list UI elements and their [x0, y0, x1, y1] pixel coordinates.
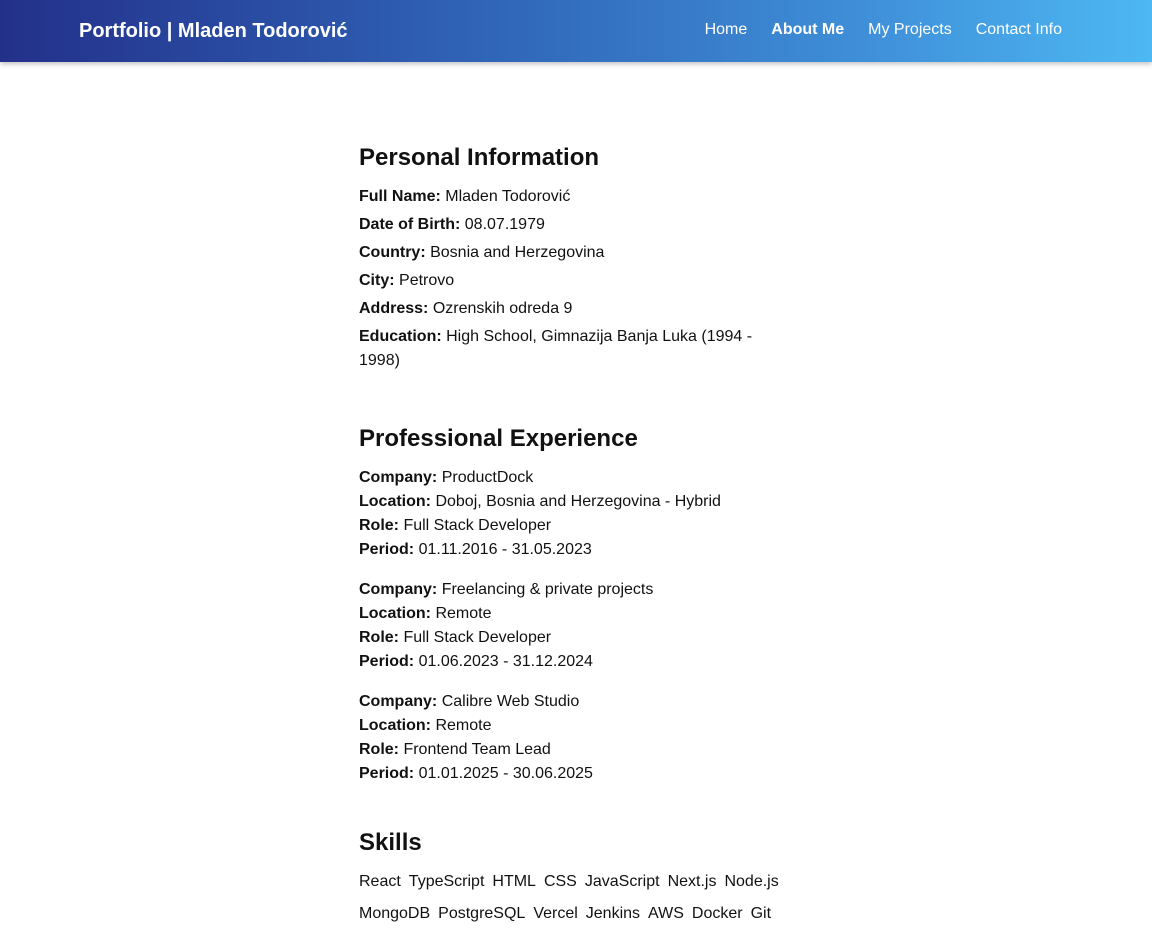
location-value: Remote: [435, 605, 492, 622]
period-label: Period:: [359, 765, 415, 782]
skill-item: HTML: [492, 873, 536, 890]
skill-item: Next.js: [667, 873, 717, 890]
company-value: Calibre Web Studio: [441, 693, 580, 710]
nav-links: Home About Me My Projects Contact Info: [705, 20, 1062, 40]
role-label: Role:: [359, 517, 399, 534]
company-label: Company:: [359, 581, 438, 598]
location-label: Location:: [359, 605, 431, 622]
full-name-line: Full Name: Mladen Todorović: [359, 185, 779, 209]
job-role: Role: Frontend Team Lead: [359, 738, 779, 762]
skill-item: Git: [750, 905, 772, 922]
skill-item: JavaScript: [584, 873, 660, 890]
skill-item: Docker: [691, 905, 743, 922]
job-role: Role: Full Stack Developer: [359, 514, 779, 538]
company-value: ProductDock: [441, 469, 534, 486]
nav-link-contact-info[interactable]: Contact Info: [976, 20, 1062, 40]
skills-heading: Skills: [359, 829, 422, 856]
field-value: Petrovo: [399, 272, 455, 289]
job-entry: Company: Freelancing & private projects …: [359, 578, 779, 674]
date-of-birth-line: Date of Birth: 08.07.1979: [359, 213, 779, 237]
role-label: Role:: [359, 629, 399, 646]
job-company: Company: Calibre Web Studio: [359, 690, 779, 714]
company-label: Company:: [359, 693, 438, 710]
nav-link-home[interactable]: Home: [705, 20, 748, 40]
main-content: Personal Information Full Name: Mladen T…: [359, 142, 779, 926]
role-label: Role:: [359, 741, 399, 758]
skill-item: Vercel: [533, 905, 578, 922]
nav-link-my-projects[interactable]: My Projects: [868, 20, 952, 40]
role-value: Full Stack Developer: [403, 629, 552, 646]
field-value: Bosnia and Herzegovina: [430, 244, 605, 261]
nav-link-about-me[interactable]: About Me: [771, 20, 844, 40]
period-label: Period:: [359, 541, 415, 558]
job-period: Period: 01.01.2025 - 30.06.2025: [359, 762, 779, 786]
country-line: Country: Bosnia and Herzegovina: [359, 241, 779, 265]
field-label: Country:: [359, 244, 426, 261]
professional-experience-heading: Professional Experience: [359, 425, 638, 452]
company-label: Company:: [359, 469, 438, 486]
city-line: City: Petrovo: [359, 269, 779, 293]
role-value: Full Stack Developer: [403, 517, 552, 534]
period-label: Period:: [359, 653, 415, 670]
location-label: Location:: [359, 717, 431, 734]
job-period: Period: 01.11.2016 - 31.05.2023: [359, 538, 779, 562]
field-label: Education:: [359, 328, 442, 345]
skill-item: Jenkins: [585, 905, 641, 922]
job-role: Role: Full Stack Developer: [359, 626, 779, 650]
site-brand[interactable]: Portfolio | Mladen Todorović: [79, 19, 348, 43]
job-company: Company: ProductDock: [359, 466, 779, 490]
period-value: 01.11.2016 - 31.05.2023: [418, 541, 592, 558]
skills-section: Skills React TypeScript HTML CSS JavaScr…: [359, 827, 779, 926]
location-value: Doboj, Bosnia and Herzegovina - Hybrid: [435, 493, 721, 510]
top-navbar: Portfolio | Mladen Todorović Home About …: [0, 0, 1152, 62]
professional-experience-section: Professional Experience Company: Product…: [359, 423, 779, 786]
job-location: Location: Remote: [359, 714, 779, 738]
field-value: 08.07.1979: [464, 216, 545, 233]
job-entry: Company: Calibre Web Studio Location: Re…: [359, 690, 779, 786]
period-value: 01.01.2025 - 30.06.2025: [418, 765, 593, 782]
job-company: Company: Freelancing & private projects: [359, 578, 779, 602]
field-label: Date of Birth:: [359, 216, 461, 233]
period-value: 01.06.2023 - 31.12.2024: [418, 653, 593, 670]
personal-information-heading: Personal Information: [359, 144, 600, 171]
job-location: Location: Doboj, Bosnia and Herzegovina …: [359, 490, 779, 514]
location-value: Remote: [435, 717, 492, 734]
role-value: Frontend Team Lead: [403, 741, 551, 758]
job-entry: Company: ProductDock Location: Doboj, Bo…: [359, 466, 779, 562]
job-period: Period: 01.06.2023 - 31.12.2024: [359, 650, 779, 674]
skill-item: TypeScript: [408, 873, 485, 890]
location-label: Location:: [359, 493, 431, 510]
education-line: Education: High School, Gimnazija Banja …: [359, 325, 779, 373]
skill-item: AWS: [648, 905, 684, 922]
field-label: Address:: [359, 300, 429, 317]
field-label: Full Name:: [359, 188, 441, 205]
personal-information-section: Personal Information Full Name: Mladen T…: [359, 142, 779, 373]
field-value: Ozrenskih odreda 9: [432, 300, 573, 317]
skill-item: PostgreSQL: [438, 905, 526, 922]
field-value: Mladen Todorović: [445, 188, 571, 205]
skill-list: React TypeScript HTML CSS JavaScript Nex…: [359, 870, 789, 926]
skill-item: CSS: [543, 873, 577, 890]
skill-item: Node.js: [724, 873, 779, 890]
skill-item: MongoDB: [359, 905, 431, 922]
company-value: Freelancing & private projects: [441, 581, 654, 598]
skill-item: React: [359, 873, 401, 890]
address-line: Address: Ozrenskih odreda 9: [359, 297, 779, 321]
job-location: Location: Remote: [359, 602, 779, 626]
field-label: City:: [359, 272, 395, 289]
